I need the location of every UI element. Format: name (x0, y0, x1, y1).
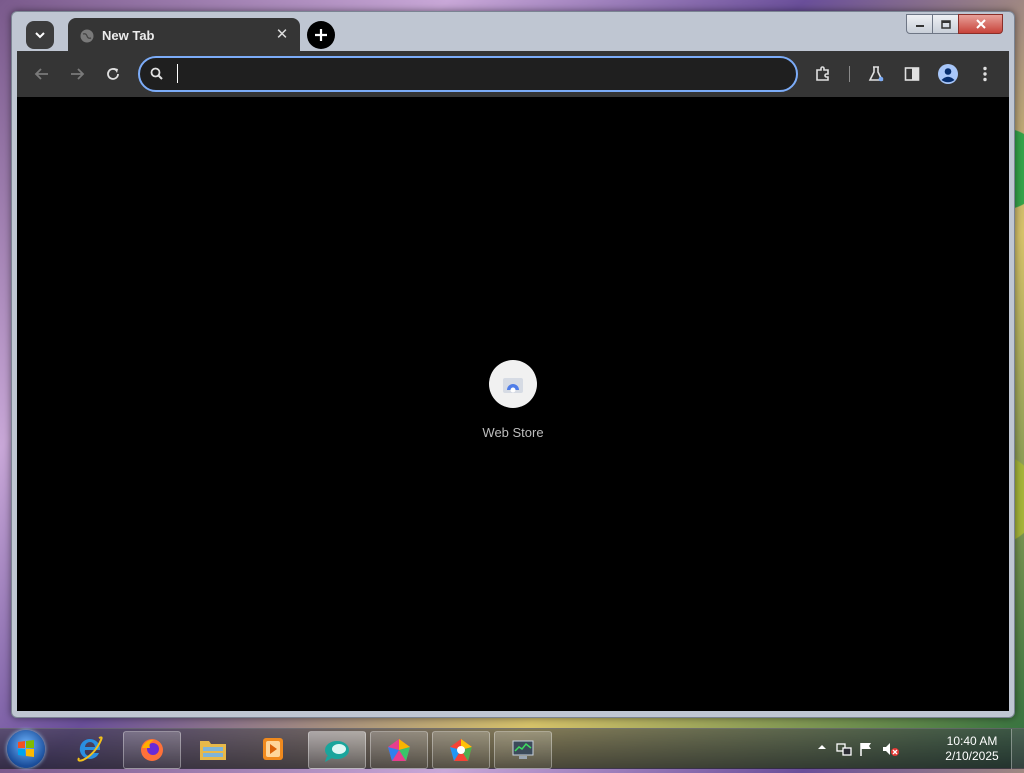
task-manager-icon (512, 740, 534, 759)
system-tray: 10:40 AM 2/10/2025 (814, 729, 1004, 769)
close-button[interactable] (958, 14, 1003, 34)
puzzle-icon (816, 66, 829, 81)
close-icon (975, 19, 986, 29)
window-controls (906, 14, 1003, 34)
show-desktop-button[interactable] (1011, 729, 1024, 769)
side-panel-icon (904, 67, 920, 81)
browser-window: New Tab ✕ Web Store (11, 11, 1015, 718)
address-input[interactable] (174, 62, 778, 86)
web-store-icon (503, 378, 523, 393)
search-icon (150, 67, 163, 80)
toolbar-divider (849, 66, 850, 82)
tab-new-tab[interactable]: New Tab ✕ (68, 18, 300, 54)
maximize-icon (940, 19, 951, 29)
tab-title: New Tab (102, 28, 155, 43)
shortcut-label: Web Store (482, 425, 544, 440)
tab-search-button[interactable] (26, 21, 54, 49)
windows-logo-icon (18, 740, 34, 757)
shortcut-tile (489, 360, 537, 408)
forward-arrow-icon (71, 68, 85, 80)
taskbar-firefox[interactable] (123, 731, 181, 769)
taskbar-app-colorful-1[interactable] (370, 731, 428, 769)
taskbar-task-manager[interactable] (494, 731, 552, 769)
firefox-icon (141, 739, 163, 761)
minimize-button[interactable] (906, 14, 933, 34)
taskbar-media-player[interactable] (245, 731, 301, 767)
plus-icon (315, 29, 327, 41)
action-center-flag-icon[interactable] (858, 741, 874, 757)
address-bar[interactable] (138, 56, 798, 92)
app-icon-colorful-2 (450, 739, 472, 761)
kebab-menu-icon (983, 66, 987, 82)
extensions-button[interactable] (812, 63, 834, 85)
taskbar-app-colorful-2[interactable] (432, 731, 490, 769)
maximize-button[interactable] (932, 14, 959, 34)
clock-date: 2/10/2025 (945, 749, 999, 763)
internet-explorer-icon (77, 736, 103, 762)
taskbar: 10:40 AM 2/10/2025 (0, 728, 1024, 769)
text-caret (177, 64, 178, 83)
new-tab-button[interactable] (307, 21, 335, 49)
back-button[interactable] (31, 63, 53, 85)
media-player-icon (263, 738, 283, 760)
reload-icon (107, 68, 119, 80)
tab-strip: New Tab ✕ (17, 14, 1009, 54)
app-icon-teal (325, 741, 349, 762)
globe-icon (80, 29, 94, 43)
system-clock[interactable]: 10:40 AM 2/10/2025 (942, 734, 1002, 764)
file-explorer-icon (200, 741, 226, 760)
taskbar-file-explorer[interactable] (185, 731, 241, 767)
taskbar-app-teal[interactable] (308, 731, 366, 769)
app-icon-colorful-1 (388, 739, 410, 761)
start-button[interactable] (7, 730, 45, 768)
new-tab-page: Web Store (17, 97, 1009, 711)
avatar-icon (938, 64, 958, 84)
clock-time: 10:40 AM (946, 734, 998, 748)
taskbar-internet-explorer[interactable] (62, 731, 118, 767)
shortcut-web-store[interactable]: Web Store (468, 360, 558, 450)
back-arrow-icon (34, 68, 48, 80)
chevron-down-icon (35, 32, 45, 39)
network-icon[interactable] (836, 741, 852, 757)
labs-button[interactable] (865, 63, 887, 85)
menu-button[interactable] (974, 63, 996, 85)
minimize-icon (915, 25, 924, 27)
volume-muted-icon[interactable] (882, 741, 899, 757)
tab-close-icon[interactable]: ✕ (274, 27, 290, 43)
browser-toolbar (17, 51, 1009, 97)
reload-button[interactable] (102, 63, 124, 85)
side-panel-button[interactable] (901, 63, 923, 85)
flask-icon (868, 66, 884, 82)
forward-button[interactable] (66, 63, 88, 85)
profile-button[interactable] (937, 63, 959, 85)
show-hidden-icons-icon[interactable] (814, 741, 830, 757)
